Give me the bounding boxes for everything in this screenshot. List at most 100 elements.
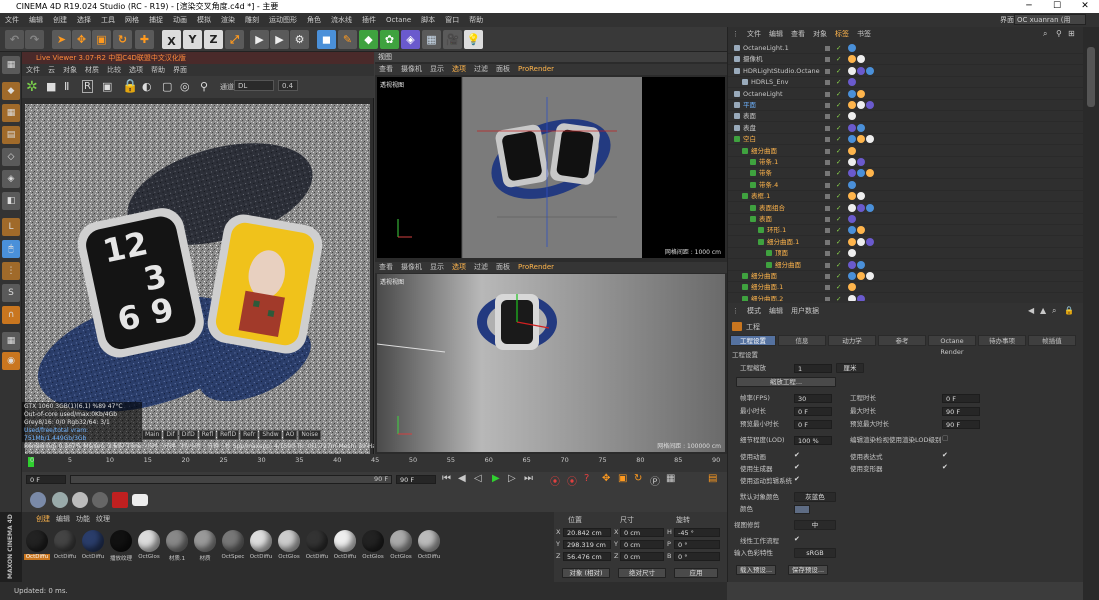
lv-menu-materials[interactable]: 材质 xyxy=(81,64,103,76)
restart-icon[interactable]: R xyxy=(82,80,93,93)
vp1-menu-options[interactable]: 选项 xyxy=(448,64,470,75)
texture-mode-icon[interactable]: ▦ xyxy=(2,104,20,122)
enable-check-icon[interactable]: ✓ xyxy=(836,248,841,259)
tag-icon[interactable] xyxy=(857,203,865,212)
tag-icon[interactable] xyxy=(848,135,856,144)
play-back-icon[interactable]: ◁ xyxy=(474,473,482,484)
tag-icon[interactable] xyxy=(848,192,856,201)
vp2-menu-view[interactable]: 查看 xyxy=(375,262,397,273)
tab-todo[interactable]: 待办事项 xyxy=(978,335,1026,346)
menu-animate[interactable]: 动画 xyxy=(168,13,192,27)
lv-menu-compare[interactable]: 比较 xyxy=(103,64,125,76)
vp1-menu-panel[interactable]: 面板 xyxy=(492,64,514,75)
tag-icon[interactable] xyxy=(866,135,874,144)
exposure-input[interactable]: 0.4 xyxy=(278,80,298,91)
lv-menu-help[interactable]: 帮助 xyxy=(147,64,169,76)
visibility-dots-icon[interactable] xyxy=(825,239,830,245)
make-editable-icon[interactable]: ▦ xyxy=(2,56,20,74)
om-menu-file[interactable]: 文件 xyxy=(743,29,765,40)
undo-icon[interactable]: ↶ xyxy=(5,30,24,49)
pass-dif[interactable]: Dif xyxy=(163,430,178,440)
enable-check-icon[interactable]: ✓ xyxy=(836,100,841,111)
pass-refld[interactable]: ReflD xyxy=(217,430,240,440)
visibility-dots-icon[interactable] xyxy=(825,182,830,188)
tag-icon[interactable] xyxy=(857,237,865,246)
floor-icon[interactable]: ▦ xyxy=(422,30,441,49)
tag-icon[interactable] xyxy=(857,294,865,301)
visibility-dots-icon[interactable] xyxy=(825,205,830,211)
use-deformers-checkbox[interactable]: ✔ xyxy=(942,463,948,471)
lv-menu-objects[interactable]: 对象 xyxy=(59,64,81,76)
linear-workflow-checkbox[interactable]: ✔ xyxy=(794,535,800,543)
visibility-dots-icon[interactable] xyxy=(825,148,830,154)
menu-render[interactable]: 渲染 xyxy=(216,13,240,27)
tag-icon[interactable] xyxy=(857,123,865,132)
y-axis-button[interactable]: Y xyxy=(183,30,202,49)
close-icon[interactable]: ✕ xyxy=(1071,0,1099,13)
object-row[interactable]: 带条.1 ✓ xyxy=(728,157,1084,168)
object-name[interactable]: 环形.1 xyxy=(767,225,786,236)
menu-help[interactable]: 帮助 xyxy=(464,13,488,27)
tag-icon[interactable] xyxy=(848,237,856,246)
coord-position-input[interactable]: 20.842 cm xyxy=(563,528,611,537)
tab-octane-render[interactable]: Octane Render xyxy=(928,335,976,356)
vp2-menu-display[interactable]: 显示 xyxy=(426,262,448,273)
menu-simulate[interactable]: 模拟 xyxy=(192,13,216,27)
tag-icon[interactable] xyxy=(857,158,865,166)
material-item[interactable]: OctDiffu xyxy=(332,528,358,576)
material-item[interactable]: 播放纹理 xyxy=(108,528,134,576)
object-name[interactable]: HDRLS_Env xyxy=(751,77,788,88)
object-name[interactable]: 细分曲面.1 xyxy=(767,237,799,248)
enable-check-icon[interactable]: ✓ xyxy=(836,123,841,134)
pick-focus-icon[interactable]: ▢ xyxy=(162,80,172,93)
enable-check-icon[interactable]: ✓ xyxy=(836,157,841,168)
vp1-menu-camera[interactable]: 摄像机 xyxy=(397,64,426,75)
am-lock-icon[interactable]: 🔒 xyxy=(1064,306,1074,315)
polygons-mode-icon[interactable]: ◧ xyxy=(2,192,20,210)
object-name[interactable]: 细分曲面 xyxy=(751,271,777,282)
coord-position-input[interactable]: 298.319 cm xyxy=(563,540,611,549)
load-preset-button[interactable]: 载入预设... xyxy=(736,565,776,575)
coord-size-input[interactable]: 0 cm xyxy=(620,528,664,537)
enable-check-icon[interactable]: ✓ xyxy=(836,260,841,271)
om-grip-icon[interactable]: ⋮ xyxy=(728,29,743,40)
menu-octane[interactable]: Octane xyxy=(381,13,416,27)
tag-icon[interactable] xyxy=(848,272,856,280)
material-item[interactable]: OctGlos xyxy=(276,528,302,576)
tab-info[interactable]: 信息 xyxy=(778,335,826,346)
tag-icon[interactable] xyxy=(848,158,856,166)
cube-icon[interactable]: ◼ xyxy=(317,30,336,49)
tag-icon[interactable] xyxy=(848,55,856,64)
enable-check-icon[interactable]: ✓ xyxy=(836,214,841,225)
om-menu-tags[interactable]: 标签 xyxy=(831,29,853,40)
object-row[interactable]: 摄像机 ✓ xyxy=(728,54,1084,66)
input-color-select[interactable]: sRGB xyxy=(794,548,836,558)
end-frame-input[interactable]: 90 F xyxy=(396,475,436,484)
am-back-icon[interactable]: ◀ xyxy=(1028,306,1034,315)
enable-check-icon[interactable]: ✓ xyxy=(836,146,841,157)
scale-input[interactable]: 1 xyxy=(794,364,832,373)
material-item[interactable]: 材质 xyxy=(192,528,218,576)
pause-icon[interactable]: Ⅱ xyxy=(64,80,69,93)
right-scrollbar[interactable] xyxy=(1083,27,1099,600)
tag-icon[interactable] xyxy=(848,283,856,292)
menu-edit[interactable]: 编辑 xyxy=(24,13,48,27)
solo-icon[interactable]: S xyxy=(2,284,20,302)
object-row[interactable]: 顶面 ✓ xyxy=(728,248,1084,260)
lock-icon[interactable]: 🔒 xyxy=(122,79,138,94)
vp1-menu-prorender[interactable]: ProRender xyxy=(514,64,558,75)
object-row[interactable]: OctaneLight.1 ✓ xyxy=(728,43,1084,54)
object-name[interactable]: 细分曲面.1 xyxy=(751,282,783,293)
object-name[interactable]: 细分曲面.2 xyxy=(751,294,783,301)
pass-difd[interactable]: DifD xyxy=(178,430,198,440)
scale-project-button[interactable]: 缩放工程... xyxy=(736,377,836,387)
color-swatch[interactable] xyxy=(794,505,810,514)
octane-icon[interactable]: ◉ xyxy=(2,352,20,370)
grid-icon[interactable]: ▦ xyxy=(2,332,20,350)
visibility-dots-icon[interactable] xyxy=(825,103,830,108)
reflection-sphere-icon[interactable] xyxy=(72,492,88,508)
interface-select[interactable]: OC xuanran (用户) xyxy=(1014,14,1086,35)
region-icon[interactable]: ▣ xyxy=(102,80,112,93)
deformer-icon[interactable]: ◈ xyxy=(401,30,420,49)
tag-icon[interactable] xyxy=(848,89,856,98)
